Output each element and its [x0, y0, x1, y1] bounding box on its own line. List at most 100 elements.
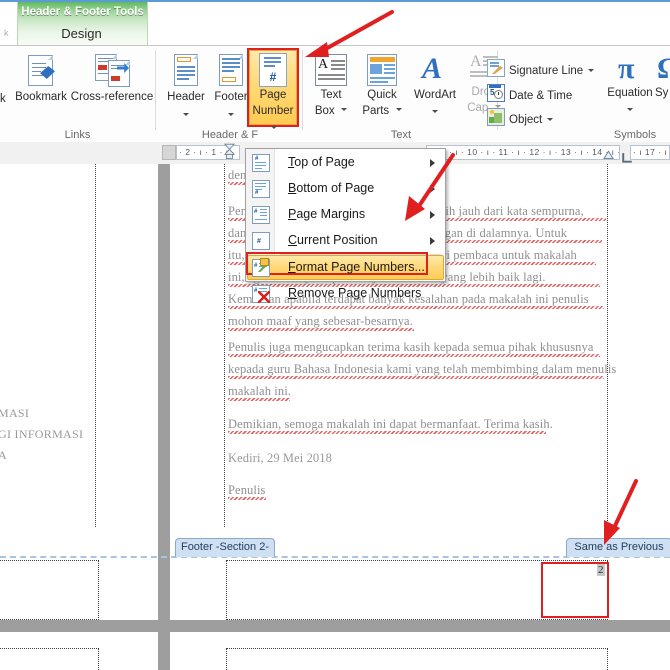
tabstrip-left-gap	[0, 2, 17, 45]
bookmark-button[interactable]: Bookmark	[10, 54, 72, 103]
menu-item-remove-page-numbers-label: Remove Page Numbers	[288, 286, 421, 300]
menu-item-top-of-page-rest: op of Page	[294, 155, 355, 169]
quick-parts-button[interactable]: Quick Parts	[356, 54, 408, 119]
text-box-label-line2: Box	[314, 105, 335, 117]
cross-reference-label: Cross-reference	[70, 91, 154, 103]
quick-parts-dropdown-caret[interactable]	[395, 108, 402, 112]
contextual-tab-title: Header & Footer Tools	[21, 6, 144, 18]
same-as-previous-tag[interactable]: Same as Previous	[566, 538, 670, 557]
footer-gutter-horizontal	[0, 620, 670, 632]
menu-item-current-position-rest: urrent Position	[297, 233, 378, 247]
menu-item-current-position[interactable]: # Current Position	[247, 228, 444, 254]
contextual-tab-strip: k Header & Footer Tools Design	[0, 0, 670, 45]
page-number-margins-icon: #	[252, 206, 270, 224]
text-box-label-line1: Text	[320, 89, 342, 101]
spelling-squiggle-12	[228, 497, 266, 500]
page-number-bottom-icon: #	[252, 180, 270, 198]
menu-item-remove-page-numbers[interactable]: # Remove Page Numbers	[247, 281, 444, 307]
menu-item-page-margins[interactable]: # Page Margins	[247, 202, 444, 228]
footer-icon	[216, 54, 246, 90]
document-paragraph-8: kepada guru Bahasa Indonesia kami yang t…	[228, 362, 617, 376]
drop-cap-label-line2: Cap	[467, 102, 489, 114]
ruler-left-gap	[0, 142, 160, 164]
page-number-icon: #	[259, 53, 287, 87]
wordart-dropdown-caret[interactable]	[432, 110, 438, 114]
submenu-arrow-page-margins[interactable]	[430, 211, 435, 219]
submenu-arrow-top-of-page[interactable]	[430, 159, 435, 167]
wordart-label: WordArt	[414, 89, 456, 101]
symbol-button[interactable]: Ω Sy	[655, 52, 670, 100]
menu-item-bottom-of-page-rest: ottom of Page	[296, 181, 375, 195]
tab-design[interactable]: Design	[17, 22, 146, 45]
document-paragraph-11: Kediri, 29 Mei 2018	[228, 451, 332, 465]
header-button[interactable]: Header	[162, 54, 210, 121]
text-box-button[interactable]: A Text Box	[307, 54, 355, 119]
menu-item-top-of-page[interactable]: # Top of Page	[247, 150, 444, 176]
symbol-label: Sy	[655, 87, 669, 99]
quick-parts-label-line1: Quick	[367, 89, 397, 101]
object-dropdown-caret[interactable]	[547, 118, 554, 122]
text-box-dropdown-caret[interactable]	[341, 108, 348, 112]
document-paragraph-10: Demikian, semoga makalah ini dapat berma…	[228, 417, 553, 431]
spelling-squiggle-7	[228, 354, 600, 357]
document-paragraph-0: den	[228, 168, 247, 182]
group-label-text: Text	[390, 129, 412, 141]
wordart-icon: A	[422, 52, 443, 85]
footer-section-tag[interactable]: Footer -Section 2-	[175, 538, 275, 557]
footer-dropdown-caret[interactable]	[228, 112, 234, 116]
menu-accel-r: R	[288, 286, 298, 300]
document-page-previous[interactable]	[0, 164, 158, 545]
format-page-numbers-icon: #	[252, 258, 270, 277]
spelling-squiggle-8	[228, 376, 604, 379]
page-number-button[interactable]: # Page Number	[249, 53, 297, 137]
horizontal-ruler-right-tail[interactable]: · ı 17 · ı · 18 ·	[630, 145, 670, 160]
signature-line-icon	[487, 59, 505, 77]
equation-dropdown-caret[interactable]	[627, 108, 633, 112]
wordart-button[interactable]: A WordArt	[408, 54, 462, 119]
current-page-left-margin-guide	[224, 164, 225, 549]
menu-item-bottom-of-page[interactable]: # Bottom of Page	[247, 176, 444, 202]
equation-button[interactable]: π Equation	[602, 52, 658, 117]
submenu-arrow-current-position[interactable]	[430, 237, 435, 245]
quick-parts-label-line2: Parts	[362, 105, 390, 117]
right-indent-marker[interactable]	[603, 146, 614, 162]
remove-page-numbers-icon: #	[252, 285, 270, 303]
signature-line-dropdown-caret[interactable]	[588, 69, 595, 73]
ruler-grey-left-margin[interactable]	[162, 145, 176, 160]
spelling-squiggle-10	[228, 431, 546, 434]
date-time-icon: 5	[487, 84, 505, 102]
group-label-symbols: Symbols	[613, 129, 657, 141]
next-page-header-textbox-right-bottom[interactable]	[226, 648, 608, 670]
menu-item-remove-page-numbers-rest: emove Page Numbers	[297, 286, 422, 300]
page-number-dropdown-caret[interactable]	[271, 126, 277, 130]
page-number-top-icon: #	[252, 154, 270, 172]
submenu-arrow-bottom-of-page[interactable]	[430, 185, 435, 193]
menu-item-page-margins-rest: age Margins	[296, 207, 366, 221]
menu-item-page-margins-label: Page Margins	[288, 207, 365, 221]
group-separator-headerfooter	[302, 50, 303, 130]
footer-gutter-vertical	[158, 528, 170, 670]
object-button[interactable]: Object	[487, 108, 554, 126]
previous-page-right-margin-guide	[95, 164, 96, 549]
next-page-header-textbox-left-bottom[interactable]	[0, 648, 99, 670]
header-dropdown-caret[interactable]	[183, 112, 189, 116]
footer-editing-region[interactable]: Footer -Section 2- Same as Previous 2	[0, 528, 670, 670]
text-box-icon: A	[315, 54, 347, 86]
previous-footer-textbox-bottomrow[interactable]	[0, 560, 99, 620]
page-number-field-value[interactable]: 2	[597, 564, 605, 576]
equation-pi-icon: π	[618, 52, 635, 85]
document-paragraph-6: mohon maaf yang sebesar-besarnya.	[228, 314, 413, 328]
ribbon-partial-button-label[interactable]: k	[0, 93, 6, 105]
date-time-button[interactable]: 5 Date & Time	[487, 84, 572, 102]
header-icon	[171, 54, 201, 90]
horizontal-ruler-right[interactable]: ı · 9 · ı · 10 · ı · 11 · ı · 12 · ı · 1…	[426, 145, 620, 160]
object-label: Object	[509, 114, 543, 126]
signature-line-button[interactable]: Signature Line	[487, 59, 595, 77]
symbol-icon: Ω	[657, 52, 670, 85]
bookmark-label: Bookmark	[15, 91, 67, 103]
cross-reference-button[interactable]: Cross-reference	[68, 54, 156, 103]
document-paragraph-12: Penulis	[228, 483, 266, 497]
cross-reference-icon	[93, 54, 131, 88]
object-icon	[487, 108, 505, 126]
first-line-indent-marker[interactable]	[224, 143, 235, 159]
